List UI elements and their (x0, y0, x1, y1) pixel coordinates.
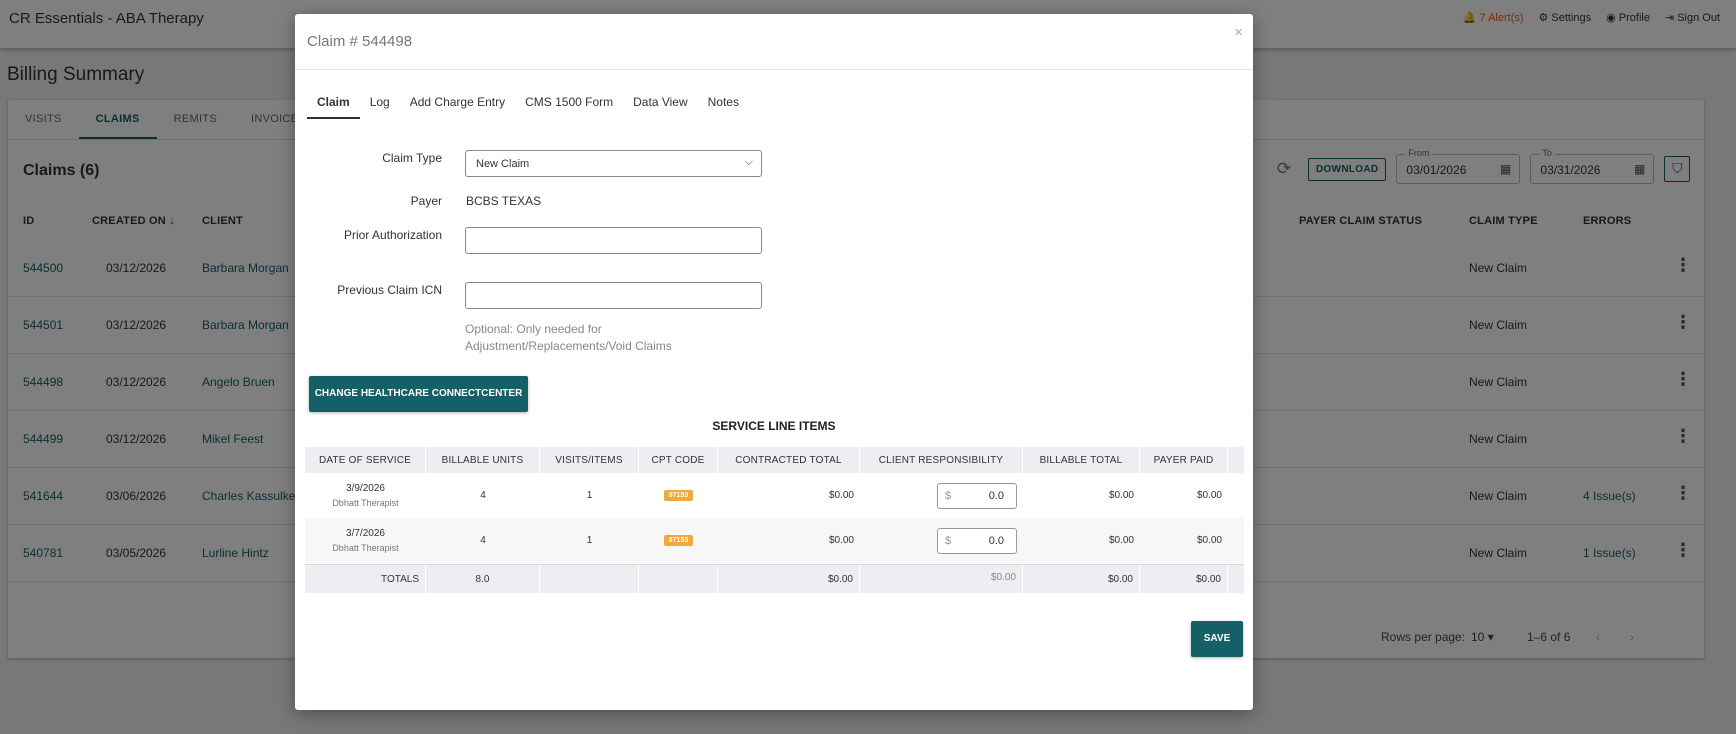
claim-type-label: Claim Type (382, 151, 442, 165)
service-line-row: 3/9/2026 Dbhatt Therapist 4 1 97153 $0.0… (305, 473, 1244, 518)
tab-cms-1500-form[interactable]: CMS 1500 Form (515, 91, 623, 119)
tab-data-view[interactable]: Data View (623, 91, 697, 119)
currency-symbol: $ (945, 534, 952, 547)
payer-paid: $0.00 (1196, 535, 1222, 546)
totals-visits (540, 565, 639, 593)
totals-contracted: $0.00 (718, 565, 860, 593)
billable-units: 4 (480, 490, 486, 501)
tab-notes[interactable]: Notes (698, 91, 749, 119)
cpt-code: 97153 (639, 518, 718, 563)
service-date: 3/9/2026 (346, 482, 385, 494)
col-billable-units: BILLABLE UNITS (426, 447, 540, 473)
col-contracted-total: CONTRACTED TOTAL (718, 447, 860, 473)
icn-hint-line-1: Optional: Only needed for (465, 322, 602, 336)
modal-tabs: Claim Log Add Charge Entry CMS 1500 Form… (307, 91, 749, 119)
col-cpt-code: CPT CODE (639, 447, 718, 473)
save-button[interactable]: SAVE (1191, 621, 1243, 657)
client-responsibility-input[interactable]: $ 0.0 (937, 527, 1017, 554)
payer-paid: $0.00 (1196, 490, 1222, 501)
tab-log[interactable]: Log (360, 91, 400, 119)
billable-total: $0.00 (1108, 535, 1134, 546)
previous-claim-icn-label: Previous Claim ICN (337, 283, 442, 297)
client-responsibility-value: 0.0 (988, 489, 1004, 502)
contracted-total: $0.00 (828, 535, 854, 546)
totals-paid: $0.00 (1140, 565, 1228, 593)
contracted-total: $0.00 (828, 490, 854, 501)
col-billable-total: BILLABLE TOTAL (1023, 447, 1140, 473)
change-healthcare-button[interactable]: CHANGE HEALTHCARE CONNECTCENTER (309, 376, 528, 412)
client-responsibility-input[interactable]: $ 0.0 (937, 482, 1017, 509)
totals-client-responsibility: $0.00 (860, 565, 1023, 593)
cpt-code: 97153 (639, 473, 718, 518)
client-responsibility-cell: $ 0.0 (860, 518, 1023, 563)
divider (295, 69, 1253, 70)
therapist-name: Dbhatt Therapist (332, 497, 399, 508)
client-responsibility-value: 0.0 (988, 534, 1004, 547)
modal-title: Claim # 544498 (307, 33, 413, 50)
date-of-service: 3/9/2026 Dbhatt Therapist (305, 473, 426, 518)
totals-billable: $0.00 (1023, 565, 1140, 593)
totals-row: TOTALS 8.0 $0.00 $0.00 $0.00 $0.00 (305, 564, 1244, 593)
cpt-badge: 97153 (663, 490, 694, 501)
cpt-badge: 97153 (663, 535, 694, 546)
payer-value: BCBS TEXAS (466, 194, 542, 208)
visits-items: 1 (586, 535, 593, 546)
claim-modal: Claim # 544498 × Claim Log Add Charge En… (295, 14, 1253, 710)
chevron-down-icon: ⌵ (744, 156, 753, 168)
date-of-service: 3/7/2026 Dbhatt Therapist (305, 518, 426, 563)
col-visits-items: VISITS/ITEMS (540, 447, 639, 473)
service-line-items-title: SERVICE LINE ITEMS (712, 419, 836, 433)
tab-add-charge-entry[interactable]: Add Charge Entry (400, 91, 515, 119)
billable-total: $0.00 (1108, 490, 1134, 501)
tab-claim[interactable]: Claim (307, 91, 360, 119)
claim-type-select[interactable]: New Claim ⌵ (465, 150, 762, 177)
visits-items: 1 (586, 490, 593, 501)
billable-units: 4 (480, 535, 486, 546)
claim-type-value: New Claim (476, 158, 530, 170)
service-date: 3/7/2026 (346, 527, 385, 539)
col-date-of-service: DATE OF SERVICE (305, 447, 426, 473)
prior-authorization-label: Prior Authorization (343, 228, 442, 242)
close-icon[interactable]: × (1234, 24, 1243, 41)
totals-cpt (639, 565, 718, 593)
currency-symbol: $ (945, 489, 952, 502)
totals-label: TOTALS (305, 565, 426, 593)
icn-hint: Optional: Only needed for Adjustment/Rep… (465, 321, 695, 355)
grid-header: DATE OF SERVICE BILLABLE UNITS VISITS/IT… (305, 447, 1244, 473)
totals-units: 8.0 (426, 565, 540, 593)
col-payer-paid: PAYER PAID (1140, 447, 1228, 473)
prior-authorization-input[interactable] (465, 227, 762, 254)
previous-claim-icn-input[interactable] (465, 282, 762, 309)
service-line-row: 3/7/2026 Dbhatt Therapist 4 1 97153 $0.0… (305, 518, 1244, 563)
therapist-name: Dbhatt Therapist (332, 542, 399, 553)
icn-hint-line-2: Adjustment/Replacements/Void Claims (465, 339, 672, 353)
payer-label: Payer (410, 194, 442, 208)
client-responsibility-cell: $ 0.0 (860, 473, 1023, 518)
col-client-responsibility: CLIENT RESPONSIBILITY (860, 447, 1023, 473)
